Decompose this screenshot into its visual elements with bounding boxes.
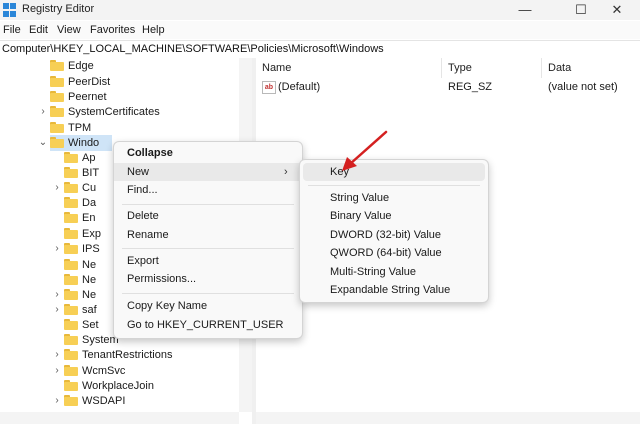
address-bar[interactable]: Computer\HKEY_LOCAL_MACHINE\SOFTWARE\Pol… (0, 40, 640, 59)
chevron-right-icon[interactable]: › (52, 302, 62, 318)
list-horizontal-scrollbar[interactable] (256, 412, 640, 424)
folder-icon (64, 380, 78, 391)
tree-horizontal-scrollbar[interactable] (0, 412, 239, 424)
title-bar: Registry Editor — ☐ ✕ (0, 0, 640, 20)
menu-help[interactable]: Help (142, 24, 165, 36)
folder-icon (64, 212, 78, 223)
goto-hkcu-menu-item[interactable]: Go to HKEY_CURRENT_USER (114, 316, 302, 334)
string-value-icon: ab (262, 81, 276, 94)
chevron-down-icon[interactable]: ⌄ (38, 135, 48, 151)
new-menu-item[interactable]: New › (114, 163, 302, 181)
chevron-right-icon[interactable]: › (38, 104, 48, 120)
folder-icon (64, 152, 78, 163)
string-value-menu-item[interactable]: String Value (300, 189, 488, 207)
menu-bar: File Edit View Favorites Help (0, 21, 640, 39)
tree-item-selected[interactable]: ⌄ Windo (39, 135, 112, 151)
folder-icon (64, 304, 78, 315)
chevron-right-icon[interactable]: › (52, 241, 62, 257)
folder-icon (50, 76, 64, 87)
window-title: Registry Editor (22, 3, 95, 15)
value-type: REG_SZ (448, 81, 493, 93)
new-submenu: Key String Value Binary Value DWORD (32-… (299, 159, 489, 303)
folder-icon (64, 259, 78, 270)
folder-icon (50, 122, 64, 133)
menu-separator (122, 248, 294, 249)
table-row[interactable]: ab (Default) REG_SZ (value not set) (256, 78, 640, 96)
folder-icon (50, 106, 64, 117)
menu-edit[interactable]: Edit (29, 24, 48, 36)
delete-menu-item[interactable]: Delete (114, 207, 302, 225)
expandable-string-value-menu-item[interactable]: Expandable String Value (300, 281, 488, 299)
multi-string-value-menu-item[interactable]: Multi-String Value (300, 263, 488, 281)
folder-icon (64, 167, 78, 178)
folder-icon (64, 365, 78, 376)
column-header-type[interactable]: Type (442, 58, 542, 78)
folder-icon (50, 137, 64, 148)
annotation-arrow-icon (342, 130, 388, 171)
folder-icon (64, 197, 78, 208)
context-menu: Collapse New › Find... Delete Rename Exp… (113, 141, 303, 339)
qword-value-menu-item[interactable]: QWORD (64-bit) Value (300, 244, 488, 262)
minimize-button[interactable]: — (502, 0, 548, 20)
column-header-data[interactable]: Data (542, 58, 640, 78)
address-path[interactable]: Computer\HKEY_LOCAL_MACHINE\SOFTWARE\Pol… (2, 43, 384, 55)
menu-separator (122, 204, 294, 205)
find-menu-item[interactable]: Find... (114, 181, 302, 199)
copy-key-name-menu-item[interactable]: Copy Key Name (114, 297, 302, 315)
registry-editor-icon (3, 3, 17, 17)
folder-icon (64, 289, 78, 300)
collapse-menu-item[interactable]: Collapse (114, 144, 302, 162)
folder-icon (64, 319, 78, 330)
folder-icon (64, 349, 78, 360)
value-name: (Default) (278, 81, 321, 93)
export-menu-item[interactable]: Export (114, 252, 302, 270)
permissions-menu-item[interactable]: Permissions... (114, 270, 302, 288)
menu-separator (122, 293, 294, 294)
folder-icon (64, 182, 78, 193)
chevron-right-icon[interactable]: › (52, 180, 62, 196)
close-button[interactable]: ✕ (594, 0, 640, 20)
rename-menu-item[interactable]: Rename (114, 226, 302, 244)
folder-icon (64, 243, 78, 254)
menu-separator (308, 185, 480, 186)
value-data: (value not set) (548, 81, 618, 93)
folder-icon (50, 60, 64, 71)
folder-icon (64, 228, 78, 239)
chevron-right-icon[interactable]: › (52, 363, 62, 379)
menu-view[interactable]: View (57, 24, 81, 36)
menu-file[interactable]: File (3, 24, 21, 36)
chevron-right-icon[interactable]: › (52, 347, 62, 363)
chevron-right-icon[interactable]: › (52, 287, 62, 303)
folder-icon (64, 334, 78, 345)
folder-icon (64, 274, 78, 285)
menu-favorites[interactable]: Favorites (90, 24, 135, 36)
binary-value-menu-item[interactable]: Binary Value (300, 207, 488, 225)
folder-icon (50, 91, 64, 102)
chevron-right-icon[interactable]: › (52, 393, 62, 409)
dword-value-menu-item[interactable]: DWORD (32-bit) Value (300, 226, 488, 244)
chevron-right-icon: › (284, 166, 288, 178)
folder-icon (64, 395, 78, 406)
column-header-name[interactable]: Name (256, 58, 442, 78)
